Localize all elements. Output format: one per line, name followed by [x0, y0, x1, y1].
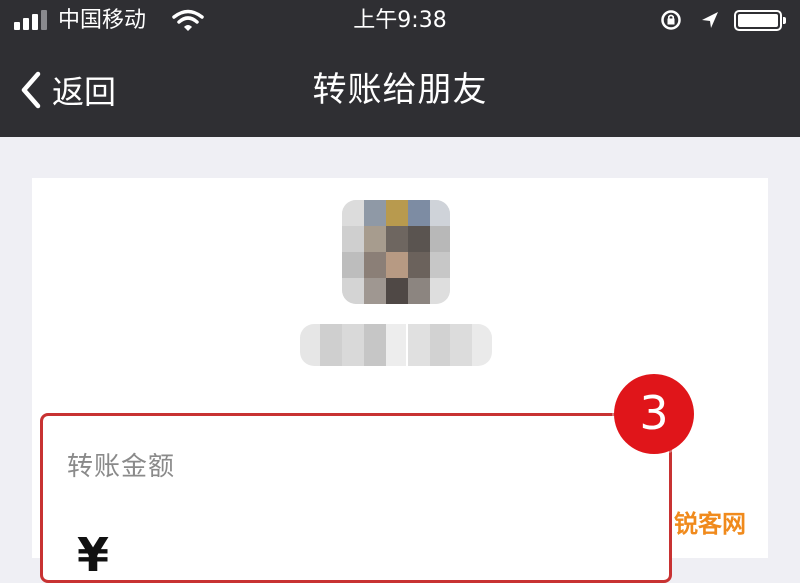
currency-symbol: ¥ — [77, 528, 110, 582]
step-number-badge: 3 — [614, 374, 694, 454]
battery-icon — [734, 10, 786, 31]
status-bar: 中国移动 上午9:38 — [0, 0, 800, 45]
amount-label: 转账金额 — [67, 452, 176, 482]
page-title: 转账给朋友 — [312, 70, 488, 110]
amount-input[interactable] — [133, 524, 637, 576]
watermark-logo: 锐客网 — [674, 510, 746, 538]
avatar[interactable] — [342, 200, 450, 304]
recipient-name — [300, 324, 492, 366]
rotation-lock-icon — [661, 10, 681, 30]
amount-panel: 转账金额 ¥ — [40, 413, 672, 583]
location-arrow-icon — [702, 12, 718, 28]
navigation-bar: 返回 转账给朋友 — [0, 45, 800, 137]
top-bar: 中国移动 上午9:38 返回 转账给朋友 — [0, 0, 800, 137]
